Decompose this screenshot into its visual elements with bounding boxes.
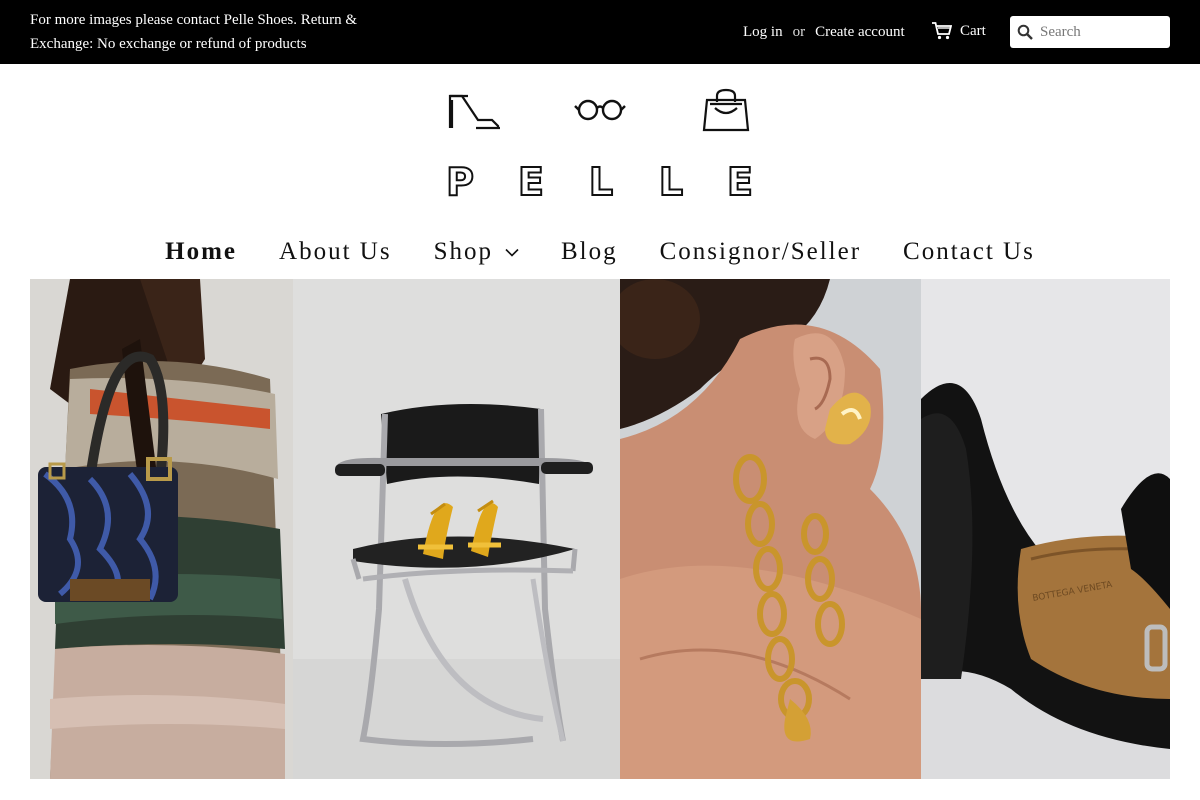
nav-item-home[interactable]: Home [165, 238, 237, 266]
logo-letter: L [588, 160, 614, 204]
cart-link[interactable]: Cart [932, 19, 986, 43]
or-separator: or [792, 23, 806, 40]
announcement-bar: For more images please contact Pelle Sho… [0, 0, 1200, 64]
nav-item-blog[interactable]: Blog [561, 238, 618, 266]
search-box [1010, 16, 1170, 48]
announcement-text: For more images please contact Pelle Sho… [30, 12, 358, 52]
site-logo[interactable]: P E L L E [440, 84, 760, 210]
hero-banner[interactable]: BOTTEGA VENETA [30, 279, 1170, 779]
login-link[interactable]: Log in [743, 24, 783, 41]
hero-image-handbag [30, 279, 293, 779]
hero-image-gold-jewelry [620, 279, 921, 779]
main-nav: Home About Us Shop Blog Consignor/Seller… [0, 230, 1200, 274]
nav-item-about-us[interactable]: About Us [279, 238, 392, 266]
logo-letter: L [658, 160, 684, 204]
nav-item-shop-label: Shop [433, 238, 493, 265]
nav-item-consignor-seller[interactable]: Consignor/Seller [660, 238, 861, 266]
hero-image-chair-sandals [293, 279, 620, 779]
shopping-bag-icon [702, 88, 750, 132]
logo-letter: P [445, 160, 475, 204]
nav-item-shop[interactable]: Shop [434, 238, 519, 266]
logo-letter: E [726, 160, 754, 204]
search-icon[interactable] [1010, 16, 1040, 48]
logo-letter: E [517, 160, 545, 204]
search-input[interactable] [1040, 17, 1164, 47]
nav-item-contact-us[interactable]: Contact Us [903, 238, 1035, 266]
logo-wordmark: P E L L E [440, 160, 760, 204]
hero-image-leather-shoe: BOTTEGA VENETA [921, 279, 1170, 779]
cart-label: Cart [960, 22, 986, 39]
heel-shoe-icon [448, 94, 500, 130]
glasses-icon [574, 99, 626, 121]
create-account-link[interactable]: Create account [815, 24, 905, 41]
chevron-down-icon [505, 248, 519, 257]
account-links: Log in or Create account [743, 20, 905, 44]
cart-icon [932, 22, 952, 40]
